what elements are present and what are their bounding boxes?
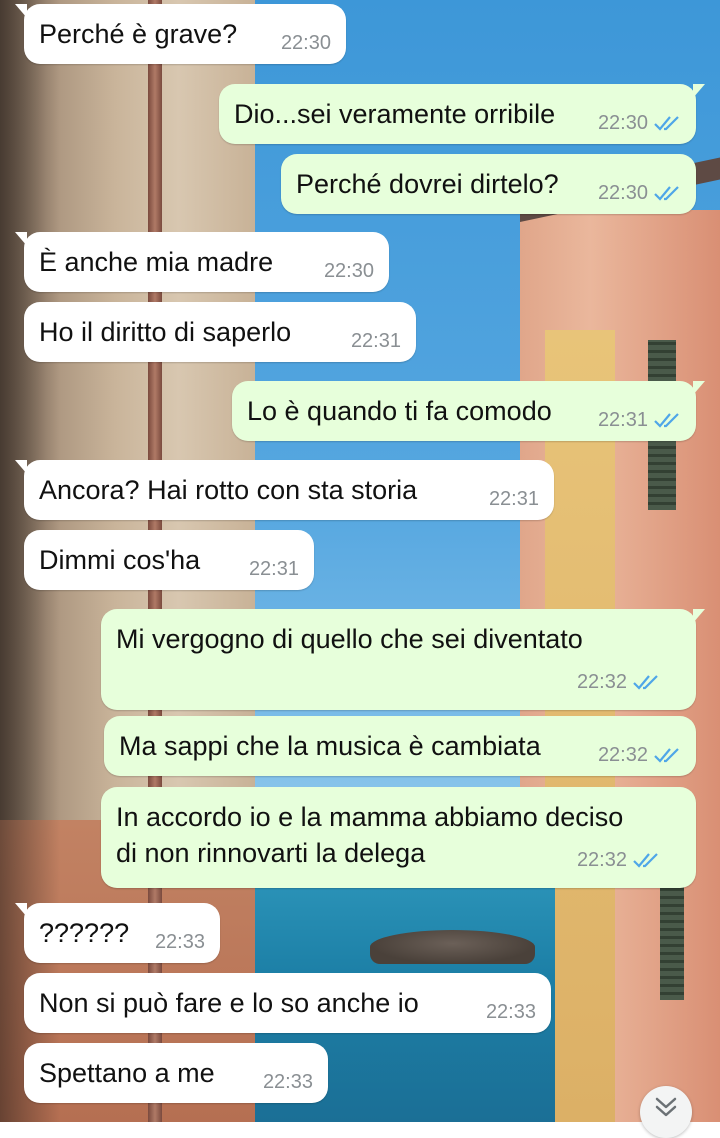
message-text: ?????? [39,918,130,948]
message-meta: 22:31 [489,481,539,517]
message-outgoing[interactable]: Lo è quando ti fa comodo 22:31 [232,381,705,441]
message-incoming[interactable]: Non si può fare e lo so anche io 22:33 [24,973,551,1033]
message-time: 22:31 [248,558,299,580]
message-meta: 22:30 [598,105,681,141]
message-text: Ancora? Hai rotto con sta storia [39,475,418,505]
scroll-to-bottom-button[interactable] [640,1086,692,1138]
message-meta: 22:31 [351,323,401,359]
message-text: Ho il diritto di saperlo [39,317,292,347]
message-text: Spettano a me [39,1058,215,1088]
message-meta: 22:31 [249,551,299,587]
message-time: 22:31 [488,488,539,510]
message-time: 22:30 [323,260,374,282]
message-text: Ma sappi che la musica è cambiata [119,731,541,761]
message-meta: 22:30 [281,25,331,61]
message-outgoing[interactable]: Perché dovrei dirtelo? 22:30 [281,154,696,214]
message-time: 22:30 [597,182,648,204]
read-ticks-icon [633,675,658,690]
message-meta: 22:33 [486,994,536,1030]
message-text: In accordo io e la mamma abbiamo deciso … [116,802,624,868]
message-outgoing[interactable]: Mi vergogno di quello che sei diventato … [101,609,705,710]
message-time: 22:32 [597,744,648,766]
message-outgoing[interactable]: Dio...sei veramente orribile 22:30 [219,84,705,144]
message-time: 22:32 [576,849,627,871]
message-text: Lo è quando ti fa comodo [247,396,552,426]
message-outgoing[interactable]: In accordo io e la mamma abbiamo deciso … [101,787,696,888]
message-text: Mi vergogno di quello che sei diventato [116,624,583,654]
message-time: 22:30 [280,32,331,54]
message-meta: 22:31 [598,402,681,438]
message-meta: 22:32 [577,664,660,700]
double-chevron-down-icon [655,1097,677,1117]
message-meta: 22:30 [598,175,681,211]
message-time: 22:31 [350,330,401,352]
read-ticks-icon [633,853,658,868]
read-ticks-icon [654,748,679,763]
message-incoming[interactable]: Ho il diritto di saperlo 22:31 [24,302,416,362]
message-time: 22:31 [597,409,648,431]
message-meta: 22:30 [324,253,374,289]
message-list[interactable]: Perché è grave? 22:30 Dio...sei verament… [0,0,720,1122]
message-incoming[interactable]: Dimmi cos'ha 22:31 [24,530,314,590]
message-meta: 22:32 [577,842,660,878]
message-time: 22:33 [262,1071,313,1093]
message-incoming[interactable]: Spettano a me 22:33 [24,1043,328,1103]
message-meta: 22:33 [155,924,205,960]
message-outgoing[interactable]: Ma sappi che la musica è cambiata 22:32 [104,716,696,776]
message-text: Perché dovrei dirtelo? [296,169,559,199]
message-incoming[interactable]: Ancora? Hai rotto con sta storia 22:31 [15,460,554,520]
message-text: Dio...sei veramente orribile [234,99,556,129]
message-incoming[interactable]: È anche mia madre 22:30 [15,232,389,292]
message-time: 22:33 [485,1001,536,1023]
message-time: 22:30 [597,112,648,134]
read-ticks-icon [654,116,679,131]
read-ticks-icon [654,413,679,428]
message-text: Perché è grave? [39,19,238,49]
message-text: Dimmi cos'ha [39,545,201,575]
read-ticks-icon [654,186,679,201]
message-meta: 22:32 [598,737,681,773]
message-incoming[interactable]: ?????? 22:33 [15,903,220,963]
message-time: 22:33 [154,931,205,953]
message-incoming[interactable]: Perché è grave? 22:30 [15,4,346,64]
message-text: Non si può fare e lo so anche io [39,988,419,1018]
message-text: È anche mia madre [39,247,274,277]
message-time: 22:32 [576,671,627,693]
message-meta: 22:33 [263,1064,313,1100]
